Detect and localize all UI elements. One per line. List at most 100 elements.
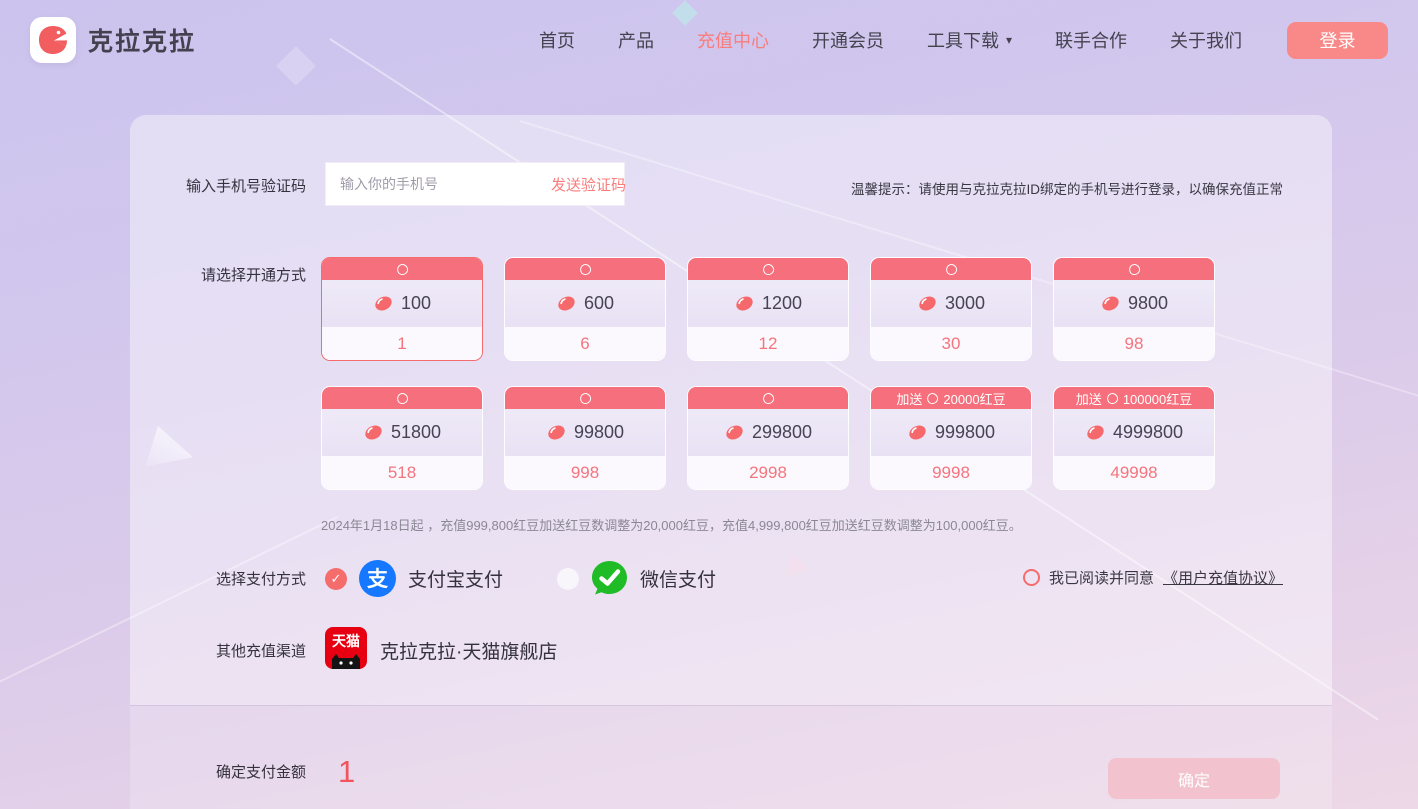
- payable-amount: 1: [338, 756, 355, 787]
- login-button[interactable]: 登录: [1287, 22, 1388, 59]
- package-card[interactable]: 9800 98: [1053, 257, 1215, 361]
- package-price: 12: [759, 334, 778, 354]
- badge-prefix: 加送: [896, 389, 922, 408]
- bean-outline-icon: [926, 391, 940, 405]
- confirm-button[interactable]: 确定: [1108, 758, 1280, 799]
- phone-verification-row: 输入手机号验证码 发送验证码: [130, 162, 625, 206]
- wechat-pay-icon: [591, 560, 628, 597]
- nav-item-tools[interactable]: 工具下载 ▾: [927, 27, 1012, 53]
- package-bonus-badge: [505, 258, 665, 280]
- recharge-agreement-link[interactable]: 《用户充值协议》: [1163, 567, 1283, 588]
- brand-logo-group[interactable]: 克拉克拉: [30, 17, 196, 63]
- other-channel-label: 其他充值渠道: [130, 640, 306, 661]
- bonus-adjustment-note: 2024年1月18日起 ，充值999,800红豆加送红豆数调整为20,000红豆…: [321, 515, 1022, 534]
- nav-item-label: 工具下载: [927, 27, 999, 53]
- nav-item-home[interactable]: 首页 ▾: [539, 27, 575, 53]
- packages-row-label: 请选择开通方式: [130, 264, 306, 285]
- red-bean-icon: [917, 293, 938, 314]
- package-bonus-badge: [322, 258, 482, 280]
- other-channel-row: 其他充值渠道 天猫 克拉克拉·天猫旗舰店: [130, 627, 557, 674]
- payment-method-row: 选择支付方式 ✓ 支 支付宝支付: [130, 560, 716, 597]
- package-card[interactable]: 3000 30: [870, 257, 1032, 361]
- red-bean-icon: [556, 293, 577, 314]
- alipay-label: 支付宝支付: [408, 565, 503, 592]
- send-code-button[interactable]: 发送验证码: [535, 174, 642, 195]
- package-bonus-badge: [322, 387, 482, 409]
- package-card[interactable]: 299800 2998: [687, 386, 849, 490]
- alipay-icon: 支: [359, 560, 396, 597]
- nav-item-membership[interactable]: 开通会员 ▾: [812, 27, 884, 53]
- package-card[interactable]: 600 6: [504, 257, 666, 361]
- nav-item-recharge[interactable]: 充值中心 ▾: [697, 27, 769, 53]
- wechat-radio[interactable]: [557, 568, 579, 590]
- package-grid: 100 1 600 6: [321, 257, 1215, 490]
- badge-amount: 20000红豆: [943, 389, 1005, 408]
- bean-outline-icon: [1105, 391, 1119, 405]
- package-card[interactable]: 加送 100000红豆 4999800 49998: [1053, 386, 1215, 490]
- package-price: 30: [942, 334, 961, 354]
- bean-outline-icon: [1127, 262, 1141, 276]
- brand-name: 克拉克拉: [88, 22, 196, 58]
- bean-amount: 99800: [574, 422, 624, 443]
- agreement-text: 我已阅读并同意: [1049, 567, 1154, 588]
- nav-item-label: 开通会员: [812, 27, 884, 53]
- bean-outline-icon: [578, 391, 592, 405]
- bean-outline-icon: [395, 391, 409, 405]
- package-card[interactable]: 100 1: [321, 257, 483, 361]
- main-nav: 首页 ▾ 产品 ▾ 充值中心 ▾ 开通会员 ▾ 工具下载 ▾ 联手合作 ▾ 关于…: [539, 27, 1242, 53]
- login-tip-text: 温馨提示：请使用与克拉克拉ID绑定的手机号进行登录，以确保充值正常: [851, 178, 1283, 198]
- red-bean-icon: [734, 293, 755, 314]
- payment-methods: ✓ 支 支付宝支付 微信支付: [325, 560, 716, 597]
- package-card[interactable]: 51800 518: [321, 386, 483, 490]
- agreement-row[interactable]: 我已阅读并同意 《用户充值协议》: [1023, 567, 1283, 588]
- bean-outline-icon: [578, 262, 592, 276]
- package-price: 518: [388, 463, 416, 483]
- alipay-radio[interactable]: ✓: [325, 568, 347, 590]
- bean-amount: 4999800: [1113, 422, 1183, 443]
- package-card[interactable]: 1200 12: [687, 257, 849, 361]
- package-bonus-badge: [1054, 258, 1214, 280]
- nav-item-label: 充值中心: [697, 27, 769, 53]
- payment-method-alipay[interactable]: ✓ 支 支付宝支付: [325, 560, 503, 597]
- bean-amount: 3000: [945, 293, 985, 314]
- bean-outline-icon: [395, 262, 409, 276]
- tmall-store-link[interactable]: 天猫 克拉克拉·天猫旗舰店: [325, 627, 557, 674]
- payment-method-wechat[interactable]: 微信支付: [557, 560, 716, 597]
- bean-amount: 999800: [935, 422, 995, 443]
- nav-item-products[interactable]: 产品 ▾: [618, 27, 654, 53]
- package-price: 98: [1125, 334, 1144, 354]
- badge-amount: 100000红豆: [1123, 389, 1192, 408]
- package-bonus-badge: 加送 20000红豆: [871, 387, 1031, 409]
- tmall-icon: 天猫: [325, 627, 367, 674]
- svg-text:天猫: 天猫: [332, 633, 360, 650]
- bean-amount: 100: [401, 293, 431, 314]
- phone-number-input[interactable]: [326, 176, 535, 192]
- package-price: 998: [571, 463, 599, 483]
- nav-item-partnership[interactable]: 联手合作 ▾: [1055, 27, 1127, 53]
- badge-prefix: 加送: [1076, 389, 1102, 408]
- payment-row-label: 选择支付方式: [130, 568, 306, 589]
- nav-item-label: 关于我们: [1170, 27, 1242, 53]
- red-bean-icon: [1100, 293, 1121, 314]
- package-card[interactable]: 99800 998: [504, 386, 666, 490]
- red-bean-icon: [907, 422, 928, 443]
- nav-item-label: 产品: [618, 27, 654, 53]
- top-navbar: 克拉克拉 首页 ▾ 产品 ▾ 充值中心 ▾ 开通会员 ▾ 工具下载 ▾ 联手合作…: [0, 0, 1418, 80]
- package-bonus-badge: [505, 387, 665, 409]
- nav-item-label: 联手合作: [1055, 27, 1127, 53]
- red-bean-icon: [363, 422, 384, 443]
- agreement-radio[interactable]: [1023, 569, 1040, 586]
- bean-amount: 9800: [1128, 293, 1168, 314]
- phone-row-label: 输入手机号验证码: [130, 175, 306, 196]
- package-selection-row: 请选择开通方式 100 1: [130, 257, 1215, 490]
- chevron-down-icon: ▾: [1006, 34, 1012, 46]
- package-card[interactable]: 加送 20000红豆 999800 9998: [870, 386, 1032, 490]
- bean-amount: 299800: [752, 422, 812, 443]
- package-price: 1: [397, 334, 406, 354]
- bean-outline-icon: [761, 391, 775, 405]
- nav-item-label: 首页: [539, 27, 575, 53]
- red-bean-icon: [546, 422, 567, 443]
- nav-item-about[interactable]: 关于我们 ▾: [1170, 27, 1242, 53]
- package-bonus-badge: [688, 258, 848, 280]
- phone-input-group: 发送验证码: [325, 162, 625, 206]
